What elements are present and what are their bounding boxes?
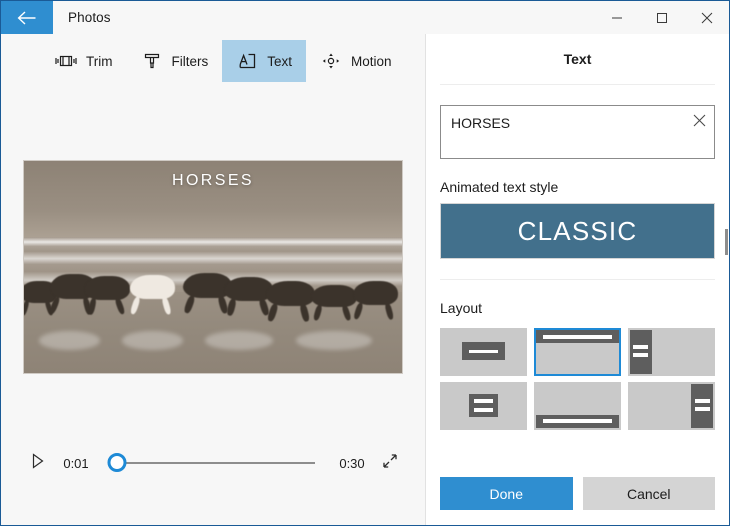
done-button[interactable]: Done: [440, 477, 573, 510]
tab-filters[interactable]: Filters: [127, 40, 223, 82]
tab-filters-label: Filters: [171, 53, 209, 69]
fullscreen-icon: [382, 453, 398, 474]
layout-option-center-two-line[interactable]: [440, 382, 527, 430]
minimize-button[interactable]: [594, 1, 639, 34]
tab-motion[interactable]: Motion: [306, 40, 406, 82]
close-icon: [693, 114, 706, 132]
window-controls: [594, 1, 729, 34]
play-button[interactable]: [23, 452, 53, 474]
style-option-classic-label: CLASSIC: [517, 215, 638, 246]
slider-track: [113, 462, 315, 464]
trim-icon: [55, 50, 77, 72]
text-input-value[interactable]: HORSES: [441, 106, 684, 140]
animated-text-style-section: CLASSIC: [426, 203, 729, 259]
layout-option-top-banner[interactable]: [534, 328, 621, 376]
tab-trim-label: Trim: [86, 53, 113, 69]
layout-option-left-sidebar[interactable]: [628, 328, 715, 376]
clear-text-button[interactable]: [684, 106, 714, 140]
panel-actions: Done Cancel: [426, 477, 729, 525]
video-preview[interactable]: HORSES: [23, 160, 403, 374]
tab-text-label: Text: [267, 53, 293, 69]
photos-video-editor-window: Photos Trim Filters Text Motion HORSES 0…: [0, 0, 730, 526]
edit-toolbar: Trim Filters Text Motion: [1, 34, 425, 88]
filters-icon: [141, 50, 163, 72]
tab-trim[interactable]: Trim: [41, 40, 127, 82]
total-time-label: 0:30: [339, 455, 365, 471]
layout-label: Layout: [440, 300, 483, 316]
preview-overlay-text: HORSES: [172, 172, 254, 189]
text-input[interactable]: HORSES: [440, 105, 715, 159]
play-icon: [31, 452, 45, 474]
back-arrow-icon: [17, 10, 37, 25]
panel-title: Text: [563, 51, 592, 67]
current-time-label: 0:01: [63, 455, 89, 471]
animated-text-style-label: Animated text style: [440, 179, 559, 195]
text-icon: [236, 50, 258, 72]
motion-icon: [320, 50, 342, 72]
playback-bar: 0:01 0:30: [23, 443, 405, 483]
layout-options-grid: [426, 324, 729, 430]
slider-thumb[interactable]: [107, 453, 127, 472]
preview-horses: [24, 267, 402, 352]
style-option-classic[interactable]: CLASSIC: [440, 203, 715, 259]
playback-slider[interactable]: [107, 451, 315, 475]
cancel-button[interactable]: Cancel: [582, 477, 715, 510]
fullscreen-button[interactable]: [375, 453, 405, 474]
back-button[interactable]: [1, 1, 53, 34]
text-input-section: HORSES: [426, 85, 729, 159]
maximize-button[interactable]: [639, 1, 684, 34]
layout-option-bottom-banner[interactable]: [534, 382, 621, 430]
title-bar: Photos: [1, 1, 729, 34]
text-properties-panel: Text HORSES Animated text style CLASSIC …: [425, 34, 729, 525]
layout-option-right-sidebar[interactable]: [628, 382, 715, 430]
panel-scrollbar[interactable]: [725, 229, 728, 255]
tab-text[interactable]: Text: [222, 40, 307, 82]
app-title: Photos: [68, 10, 111, 25]
editor-pane: HORSES 0:01 0:30: [1, 88, 425, 525]
close-button[interactable]: [684, 1, 729, 34]
layout-option-center-box[interactable]: [440, 328, 527, 376]
tab-motion-label: Motion: [351, 53, 392, 69]
